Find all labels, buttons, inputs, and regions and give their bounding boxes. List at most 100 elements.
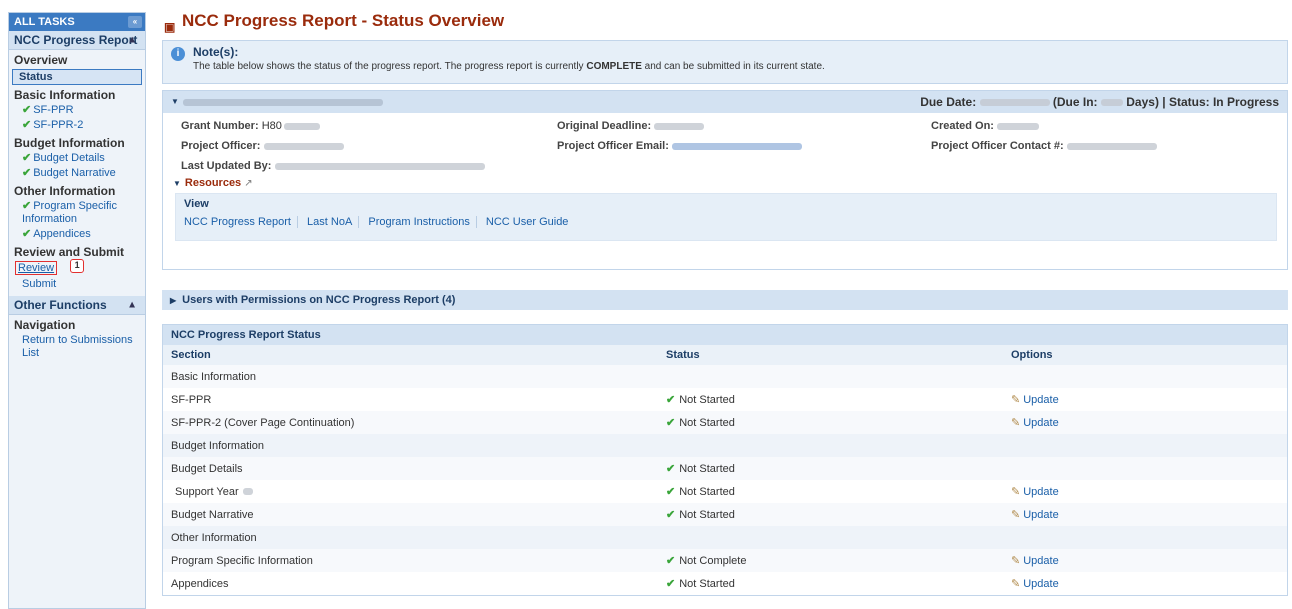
- check-icon: ✔: [22, 200, 32, 212]
- update-label: Update: [1023, 394, 1059, 406]
- status-cell: ✔ Not Complete: [658, 549, 1003, 572]
- edit-icon: ✎: [1011, 555, 1021, 567]
- expand-triangle-icon[interactable]: ▼: [171, 91, 179, 113]
- resource-link-program-instructions[interactable]: Program Instructions: [368, 216, 477, 228]
- all-tasks-header: ALL TASKS «: [9, 13, 145, 31]
- update-label: Update: [1023, 578, 1059, 590]
- resources-header[interactable]: ▼ Resources ↗: [173, 177, 1287, 189]
- sidebar-group-basic-information: Basic Information: [14, 88, 116, 102]
- report-info-grid: Grant Number: H80 Project Officer: Last …: [163, 113, 1287, 177]
- field-label: Original Deadline:: [557, 120, 652, 132]
- check-icon: ✔: [22, 119, 32, 131]
- options-cell: [1003, 434, 1287, 457]
- sidebar-item-label: Appendices: [33, 228, 91, 240]
- sidebar-group-other-information: Other Information: [14, 184, 116, 198]
- options-cell: ✎ Update: [1003, 503, 1287, 526]
- sidebar-item-appendices[interactable]: ✔ Appendices: [9, 227, 145, 242]
- sidebar-item-submit[interactable]: Submit: [9, 277, 145, 292]
- table-row: Support Year ✔ Not Started ✎ Update: [163, 480, 1287, 503]
- column-header-status: Status: [658, 345, 1003, 365]
- status-text: Not Started: [679, 486, 735, 498]
- main-content: ▣ NCC Progress Report - Status Overview …: [162, 8, 1288, 596]
- redacted-value: [283, 122, 320, 130]
- sidebar-item-return-to-list[interactable]: Return to Submissions List: [9, 333, 145, 361]
- po-email: Project Officer Email:: [557, 140, 802, 152]
- status-text: Not Started: [679, 394, 735, 406]
- due-in-label: (Due In:: [1052, 95, 1098, 109]
- options-cell: ✎ Update: [1003, 549, 1287, 572]
- external-link-icon[interactable]: ↗: [244, 178, 252, 189]
- page-title: ▣ NCC Progress Report - Status Overview: [162, 8, 1288, 34]
- resource-link-ncc-user-guide[interactable]: NCC User Guide: [486, 216, 575, 228]
- resource-link-ncc-progress-report[interactable]: NCC Progress Report: [184, 216, 298, 228]
- status-text: Not Complete: [679, 555, 747, 567]
- update-label: Update: [1023, 509, 1059, 521]
- note-text-part: The table below shows the status of the …: [193, 61, 587, 72]
- redacted-email-link[interactable]: [671, 142, 802, 150]
- sidebar-item-program-specific[interactable]: ✔ Program Specific Information: [9, 199, 145, 227]
- note-status-word: COMPLETE: [586, 61, 642, 72]
- section-cell: Budget Information: [163, 434, 658, 457]
- note-title: Note(s):: [193, 45, 239, 59]
- options-cell: [1003, 365, 1287, 388]
- project-officer: Project Officer:: [181, 140, 344, 152]
- sidebar-section-other-functions[interactable]: Other Functions ▲: [9, 296, 145, 315]
- section-cell: Basic Information: [163, 365, 658, 388]
- update-link[interactable]: ✎ Update: [1011, 555, 1059, 567]
- table-row: Budget Details ✔ Not Started: [163, 457, 1287, 480]
- table-group-row: Budget Information: [163, 434, 1287, 457]
- edit-icon: ✎: [1011, 509, 1021, 521]
- section-cell: SF-PPR: [171, 393, 212, 406]
- field-label: Created On:: [931, 120, 994, 132]
- table-row: SF-PPR ✔ Not Started ✎ Update: [163, 388, 1287, 411]
- update-link[interactable]: ✎ Update: [1011, 486, 1059, 498]
- original-deadline: Original Deadline:: [557, 120, 705, 132]
- sidebar-item-sf-ppr-2[interactable]: ✔ SF-PPR-2: [9, 118, 145, 133]
- sidebar-item-label: Program Specific Information: [22, 200, 117, 225]
- collapse-section-icon[interactable]: ▲: [127, 300, 137, 311]
- po-contact: Project Officer Contact #:: [931, 140, 1157, 152]
- collapse-section-icon[interactable]: ▲: [127, 35, 137, 46]
- expand-triangle-icon[interactable]: ▼: [173, 179, 181, 188]
- table-row: Program Specific Information ✔ Not Complet…: [163, 549, 1287, 572]
- note-text-part: and can be submitted in its current stat…: [641, 61, 825, 72]
- collapse-sidebar-icon[interactable]: «: [128, 16, 142, 28]
- sidebar-item-sf-ppr[interactable]: ✔ SF-PPR: [9, 103, 145, 118]
- update-link[interactable]: ✎ Update: [1011, 509, 1059, 521]
- update-link[interactable]: ✎ Update: [1011, 417, 1059, 429]
- table-row: Budget Narrative ✔ Not Started ✎ Update: [163, 503, 1287, 526]
- callout-badge: 1: [70, 259, 85, 273]
- sidebar-section-ncc-progress-report[interactable]: NCC Progress Report ▲: [9, 31, 145, 50]
- resource-link-last-noa[interactable]: Last NoA: [307, 216, 360, 228]
- status-cell: ✔ Not Started: [658, 572, 1003, 595]
- last-updated-by: Last Updated By:: [181, 160, 485, 172]
- resources-box: View NCC Progress Report Last NoA Progra…: [175, 193, 1277, 241]
- check-icon: ✔: [666, 417, 676, 429]
- tracking-header[interactable]: ▼ Due Date: (Due In: Days) | Status: In …: [163, 91, 1287, 113]
- expand-triangle-icon[interactable]: ▶: [170, 296, 176, 305]
- note-text: The table below shows the status of the …: [193, 61, 1279, 72]
- note-box: i Note(s): The table below shows the sta…: [162, 40, 1288, 84]
- sidebar-item-review[interactable]: Review: [15, 261, 58, 275]
- section-cell: Budget Details: [163, 457, 658, 480]
- column-header-options: Options: [1003, 345, 1287, 365]
- report-icon: ▣: [164, 20, 176, 34]
- sidebar-item-budget-narrative[interactable]: ✔ Budget Narrative: [9, 166, 145, 181]
- redacted-value: [263, 142, 344, 150]
- sidebar-item-status[interactable]: Status: [12, 69, 142, 85]
- users-permissions-bar[interactable]: ▶ Users with Permissions on NCC Progress …: [162, 290, 1288, 310]
- status-cell: ✔ Not Started: [658, 457, 1003, 480]
- sidebar-item-budget-details[interactable]: ✔ Budget Details: [9, 151, 145, 166]
- review-row: Review 1: [9, 259, 145, 277]
- info-icon: i: [171, 47, 185, 61]
- sidebar-group-review-and-submit: Review and Submit: [14, 245, 125, 259]
- update-link[interactable]: ✎ Update: [1011, 578, 1059, 590]
- resources-view-label: View: [184, 198, 209, 210]
- options-cell: [1003, 526, 1287, 549]
- redacted-value: [1100, 99, 1123, 107]
- field-label: Project Officer:: [181, 140, 261, 152]
- redacted-value: [979, 99, 1050, 107]
- status-text: Not Started: [679, 509, 735, 521]
- status-cell: ✔ Not Started: [658, 480, 1003, 503]
- update-link[interactable]: ✎ Update: [1011, 394, 1059, 406]
